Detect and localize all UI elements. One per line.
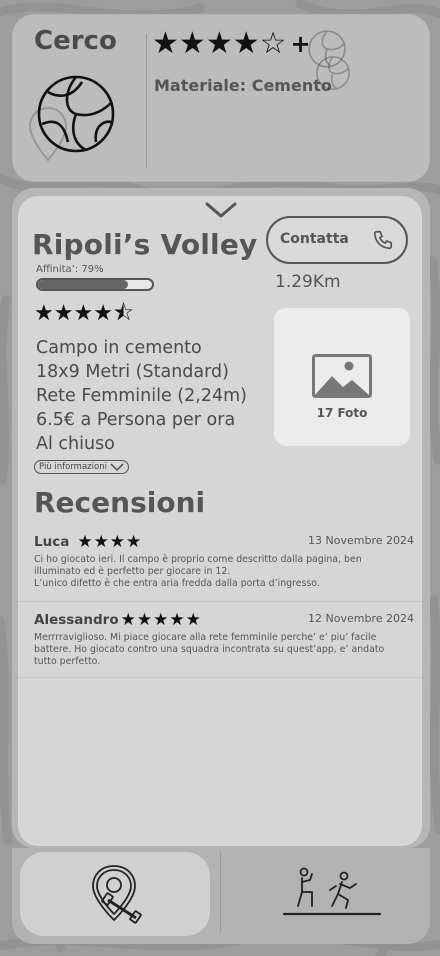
star-full-icon: ★ (73, 301, 94, 326)
chevron-down-icon[interactable] (204, 200, 238, 220)
search-summary-card[interactable]: Cerco ★ ★ ★ ★ ☆ + Materiale: Cemento (12, 14, 430, 182)
chevron-down-icon (110, 463, 124, 471)
rating-filter[interactable]: ★ ★ ★ ★ ☆ + (152, 26, 311, 62)
review-stars: ★★★★ (77, 532, 143, 552)
review-author: Alessandro (34, 612, 119, 628)
review-text: Merrrraviglioso. Mi piace giocare alla r… (34, 632, 404, 668)
star-full-icon: ★ (53, 301, 74, 326)
photo-count: 17 Foto (316, 406, 368, 420)
review-stars: ★★★★★ (120, 610, 202, 630)
material-filter[interactable]: Materiale: Cemento (154, 76, 332, 95)
more-info-button[interactable]: Più informazioni (34, 460, 129, 474)
venue-detail-line: Campo in cemento (36, 338, 202, 358)
review-header: Luca ★★★★ (34, 532, 142, 552)
venue-rating: ★★★★⯪ (34, 296, 134, 334)
review-text: Ci ho giocato ieri. Il campo è proprio c… (34, 554, 404, 590)
distance: 1.29Km (275, 272, 341, 292)
volleyball-watermark-icon (316, 56, 350, 90)
review-date: 12 Novembre 2024 (308, 612, 414, 625)
affinity-label: Affinita’: 79% (36, 264, 104, 275)
star-empty-icon: ☆ (259, 26, 287, 61)
review-header: Alessandro ★★★★★ (34, 610, 202, 630)
reviews-title: Recensioni (34, 486, 206, 519)
contact-button[interactable]: Contatta (266, 216, 408, 264)
venue-detail-line: 6.5€ a Persona per ora (36, 410, 236, 430)
review-text-line: Ci ho giocato ieri. Il campo è proprio c… (34, 554, 362, 577)
venue-detail-panel: Ripoli’s Volley Affinita’: 79% ★★★★⯪ Cam… (18, 196, 422, 846)
review-date: 13 Novembre 2024 (308, 534, 414, 547)
star-full-icon: ★ (93, 301, 113, 326)
review-author: Luca (34, 534, 70, 550)
image-icon (312, 354, 372, 398)
volleyball-icon (37, 75, 115, 153)
review-item: Luca ★★★★ 13 Novembre 2024 Ci ho giocato… (18, 532, 422, 602)
phone-icon (373, 230, 393, 250)
nav-divider (220, 852, 221, 932)
affinity-progress-bar (36, 278, 154, 291)
venue-detail-line: 18x9 Metri (Standard) (36, 362, 229, 382)
sport-players-icon[interactable] (282, 866, 382, 920)
photo-gallery-button[interactable]: 17 Foto (274, 308, 410, 446)
review-item: Alessandro ★★★★★ 12 Novembre 2024 Merrrr… (18, 610, 422, 678)
star-full-icon: ★ (178, 26, 206, 61)
review-text-line: L’unico difetto è che entra aria fredda … (34, 578, 320, 589)
star-full-icon: ★ (205, 26, 233, 61)
venue-detail-line: Rete Femminile (2,24m) (36, 386, 247, 406)
map-pin-dumbbell-icon (92, 865, 142, 924)
star-half-icon: ⯪ (112, 301, 134, 326)
star-full-icon: ★ (34, 301, 54, 326)
contact-label: Contatta (280, 231, 349, 247)
search-divider (146, 34, 147, 168)
more-info-label: Più informazioni (39, 462, 107, 472)
venue-name: Ripoli’s Volley (32, 228, 258, 261)
star-full-icon: ★ (152, 26, 179, 61)
review-text-line: Merrrraviglioso. Mi piace giocare alla r… (34, 632, 385, 667)
venue-detail-line: Al chiuso (36, 434, 115, 454)
nav-map-tab[interactable] (20, 852, 210, 936)
affinity-progress-fill (38, 280, 129, 289)
search-title: Cerco (34, 26, 117, 56)
venue-details: Campo in cemento 18x9 Metri (Standard) R… (36, 336, 247, 456)
star-full-icon: ★ (232, 26, 260, 61)
